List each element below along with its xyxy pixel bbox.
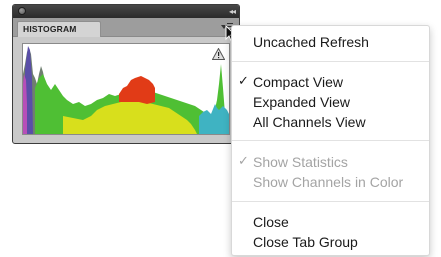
menu-item-label: Close (253, 214, 289, 230)
panel-flyout-menu: Uncached Refresh ✓ Compact View Expanded… (231, 25, 430, 256)
histogram-red-channel (119, 76, 155, 104)
menu-item-close[interactable]: Close (232, 212, 429, 232)
histogram-cyan-channel (199, 104, 229, 134)
menu-item-label: Uncached Refresh (253, 34, 369, 50)
menu-item-expanded-view[interactable]: Expanded View (232, 92, 429, 112)
collapse-arrows-icon[interactable]: ◂◂ (229, 5, 236, 18)
checkmark-icon: ✓ (238, 154, 249, 169)
checkmark-icon: ✓ (238, 74, 249, 89)
menu-separator (232, 140, 429, 141)
menu-item-label: Expanded View (253, 94, 351, 110)
panel-tab-strip: HISTOGRAM (13, 18, 239, 37)
close-dot-icon[interactable] (18, 7, 26, 15)
screen: ◂◂ HISTOGRAM Uncached Refresh ✓ Compact … (0, 0, 441, 257)
menu-item-label: Close Tab Group (253, 234, 358, 250)
menu-item-label: Show Channels in Color (253, 174, 404, 190)
histogram-panel: ◂◂ HISTOGRAM (12, 4, 240, 144)
panel-title-bar[interactable]: ◂◂ (13, 5, 239, 18)
tab-histogram[interactable]: HISTOGRAM (17, 21, 101, 37)
menu-item-show-statistics: ✓ Show Statistics (232, 152, 429, 172)
menu-item-label: Compact View (253, 74, 344, 90)
menu-separator (232, 61, 429, 62)
warning-triangle-icon[interactable] (212, 48, 225, 60)
menu-item-all-channels-view[interactable]: All Channels View (232, 112, 429, 132)
menu-item-label: Show Statistics (253, 154, 348, 170)
histogram-display (22, 43, 230, 135)
menu-item-compact-view[interactable]: ✓ Compact View (232, 72, 429, 92)
menu-item-close-tab-group[interactable]: Close Tab Group (232, 232, 429, 252)
menu-item-label: All Channels View (253, 114, 366, 130)
menu-item-uncached-refresh[interactable]: Uncached Refresh (232, 32, 429, 52)
menu-item-show-channels-in-color: Show Channels in Color (232, 172, 429, 192)
menu-separator (232, 201, 429, 202)
histogram-graph (23, 46, 229, 134)
